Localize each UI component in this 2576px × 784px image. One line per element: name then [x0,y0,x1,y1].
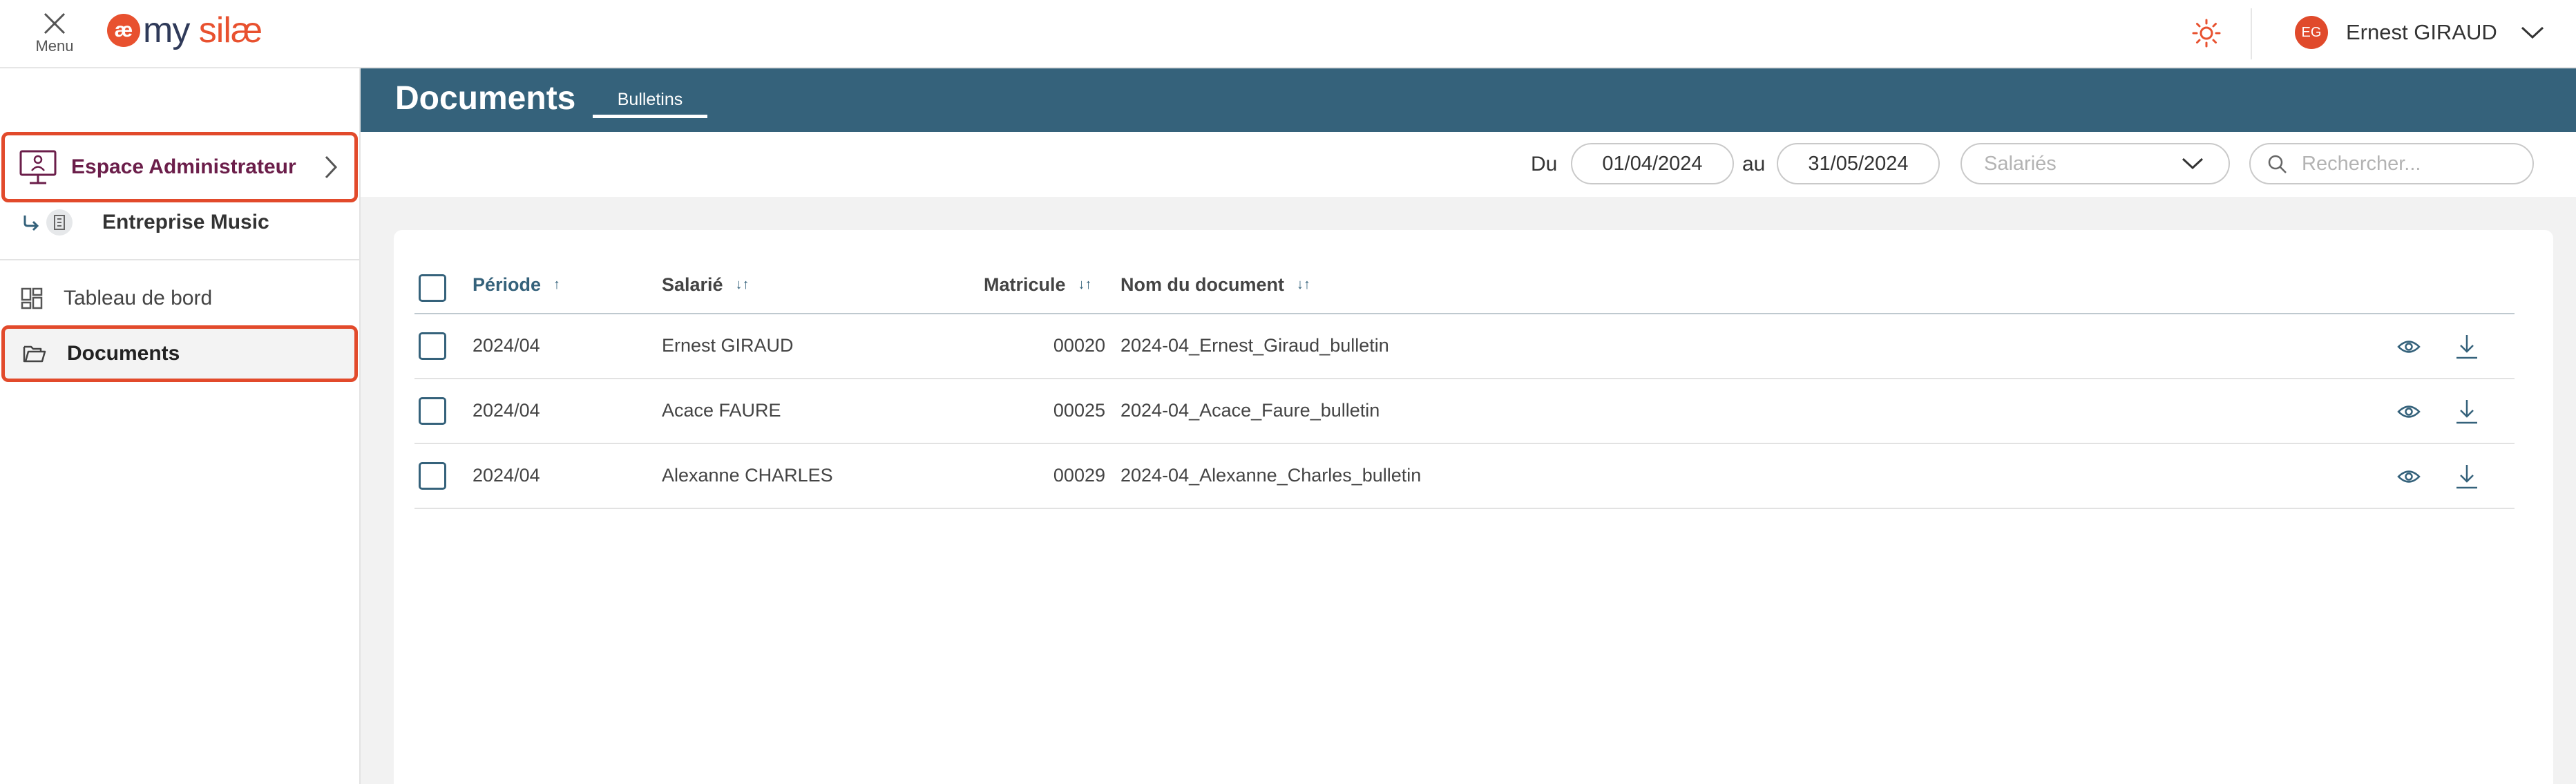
sun-icon [2192,19,2221,48]
logo-text: my silæ [143,10,263,51]
chevron-down-icon [2521,26,2544,39]
user-name: Ernest GIRAUD [2346,20,2497,44]
select-all-checkbox[interactable] [419,274,446,302]
sort-icon: ↓↑ [1297,277,1310,292]
date-to-input[interactable]: 31/05/2024 [1777,143,1940,184]
admin-monitor-icon [19,150,57,184]
logo-mark: æ [107,14,140,47]
chevron-right-icon [325,155,338,179]
close-icon [44,12,66,35]
company-selector[interactable]: Entreprise Music [22,205,269,240]
filter-bar: Du 01/04/2024 au 31/05/2024 Salariés Rec… [361,132,2576,197]
eye-icon [2397,405,2421,418]
cell-period: 2024/04 [473,465,540,486]
column-header-employee[interactable]: Salarié ↓↑ [662,274,750,296]
cell-employee: Acace FAURE [662,400,781,421]
sidebar-divider [0,259,359,260]
search-placeholder: Rechercher... [2302,153,2421,175]
sidebar-item-documents[interactable]: Documents [1,325,358,382]
cell-matricule: 00025 [1053,400,1105,421]
search-input[interactable]: Rechercher... [2249,143,2534,184]
cell-document: 2024-04_Acace_Faure_bulletin [1120,400,1380,421]
admin-space-button[interactable]: Espace Administrateur [1,132,358,202]
cell-period: 2024/04 [473,335,540,356]
top-bar: Menu æ my silæ EG Ernest GIRAUD [0,0,2576,68]
admin-space-label: Espace Administrateur [71,155,296,178]
topbar-divider [2251,8,2252,59]
logo-my: my [143,10,190,50]
download-icon [2456,400,2477,424]
date-from-input[interactable]: 01/04/2024 [1571,143,1734,184]
view-button[interactable] [2392,459,2426,494]
theme-toggle-button[interactable] [2191,18,2222,48]
sidebar-item-dashboard[interactable]: Tableau de bord [0,274,359,323]
table-row[interactable]: 2024/04 Acace FAURE 00025 2024-04_Acace_… [414,379,2515,444]
sub-arrow-icon [23,216,39,231]
menu-button[interactable]: Menu [32,8,77,58]
employees-select[interactable]: Salariés [1960,143,2230,184]
row-checkbox[interactable] [419,397,446,425]
cell-document: 2024-04_Alexanne_Charles_bulletin [1120,465,1422,486]
column-header-document[interactable]: Nom du document ↓↑ [1120,274,1310,296]
column-header-label: Période [473,274,542,295]
sort-icon: ↓↑ [1078,277,1092,292]
table-header: Période ↑ Salarié ↓↑ Matricule ↓↑ Nom du… [414,265,2515,314]
sidebar-item-label: Tableau de bord [64,287,213,309]
search-icon [2268,155,2287,173]
row-checkbox[interactable] [419,462,446,490]
cell-employee: Alexanne CHARLES [662,465,833,486]
logo[interactable]: æ my silæ [107,10,263,51]
page-header: Documents Bulletins [361,68,2576,132]
company-label: Entreprise Music [102,211,269,233]
avatar: EG [2295,16,2328,49]
sidebar: Espace Administrateur Entreprise Music T… [0,68,361,784]
download-icon [2456,335,2477,359]
column-header-label: Salarié [662,274,723,295]
date-to-label: au [1742,153,1766,175]
column-header-period[interactable]: Période ↑ [473,274,560,296]
page-title: Documents [395,80,576,117]
sort-icon: ↓↑ [735,277,750,292]
cell-document: 2024-04_Ernest_Giraud_bulletin [1120,335,1389,356]
row-checkbox[interactable] [419,332,446,360]
column-header-label: Matricule [984,274,1066,295]
column-header-label: Nom du document [1120,274,1284,295]
menu-label: Menu [35,37,74,55]
eye-icon [2397,470,2421,483]
eye-icon [2397,341,2421,353]
logo-brand: silæ [189,10,263,50]
dashboard-icon [21,287,43,309]
building-icon [46,209,73,236]
cell-matricule: 00020 [1053,335,1105,356]
table-row[interactable]: 2024/04 Alexanne CHARLES 00029 2024-04_A… [414,444,2515,509]
column-header-matricule[interactable]: Matricule ↓↑ [984,274,1092,296]
table-row[interactable]: 2024/04 Ernest GIRAUD 00020 2024-04_Erne… [414,314,2515,379]
download-button[interactable] [2450,459,2484,494]
sidebar-item-label: Documents [67,342,180,365]
user-menu[interactable]: EG Ernest GIRAUD [2295,15,2544,50]
view-button[interactable] [2392,329,2426,364]
view-button[interactable] [2392,394,2426,429]
cell-employee: Ernest GIRAUD [662,335,794,356]
chevron-down-icon [2182,157,2204,170]
cell-period: 2024/04 [473,400,540,421]
documents-table-card: Période ↑ Salarié ↓↑ Matricule ↓↑ Nom du… [394,230,2553,784]
tab-bulletins[interactable]: Bulletins [593,85,707,118]
cell-matricule: 00029 [1053,465,1105,486]
folder-icon [23,345,46,363]
download-button[interactable] [2450,394,2484,429]
employees-select-placeholder: Salariés [1984,153,2057,175]
sort-asc-icon: ↑ [553,277,561,292]
download-icon [2456,465,2477,489]
date-from-label: Du [1531,153,1558,175]
download-button[interactable] [2450,329,2484,364]
